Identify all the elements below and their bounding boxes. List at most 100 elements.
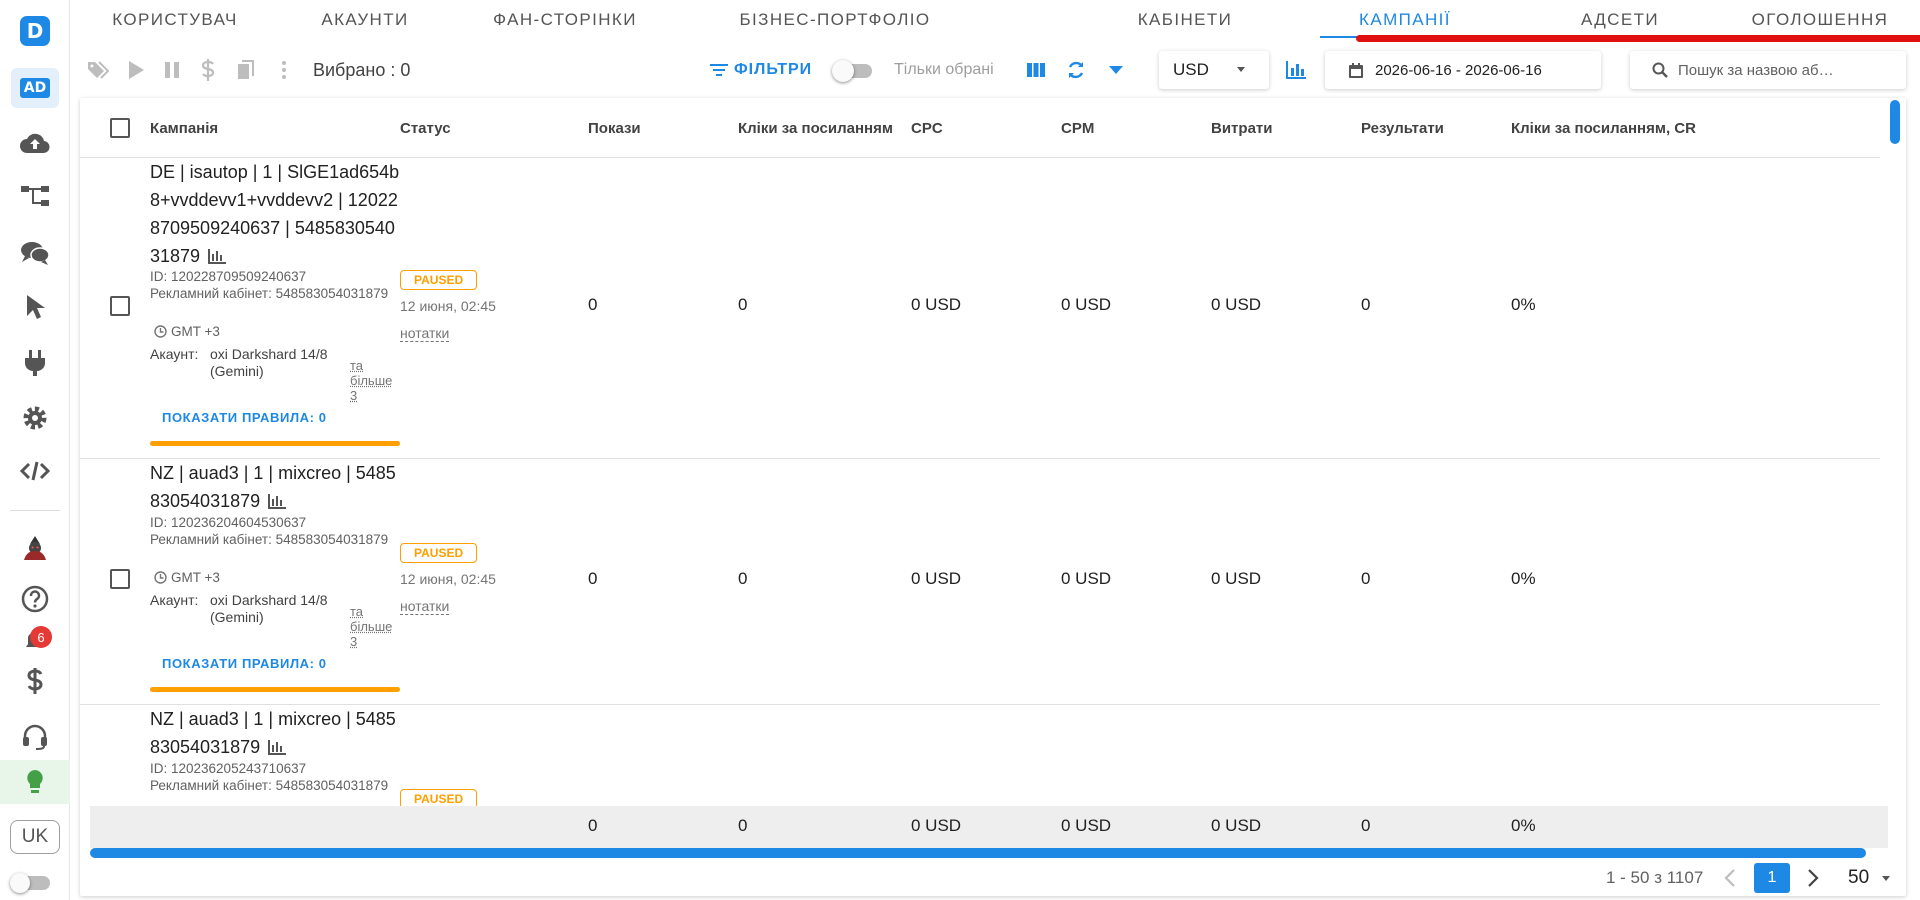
sidebar-item-billing[interactable] [0, 658, 70, 704]
language-button[interactable]: UK [10, 820, 60, 854]
only-selected-toggle[interactable] [832, 59, 876, 82]
tab-ads[interactable]: ОГОЛОШЕННЯ [1710, 0, 1920, 40]
sidebar-item-cursor[interactable] [0, 284, 70, 330]
bar-chart-icon[interactable] [268, 740, 287, 755]
notes-link[interactable]: нотатки [400, 598, 450, 615]
selected-count: Вибрано : 0 [313, 60, 411, 80]
filters-button[interactable]: ФІЛЬТРИ [710, 58, 812, 82]
show-rules-button[interactable]: ПОКАЗАТИ ПРАВИЛА: 0 [162, 410, 327, 425]
column-link-clicks[interactable]: Кліки за посиланням [738, 98, 893, 158]
show-rules-button[interactable]: ПОКАЗАТИ ПРАВИЛА: 0 [162, 656, 327, 671]
refresh-button[interactable] [1064, 58, 1088, 82]
table-header: Кампанія Статус Покази Кліки за посиланн… [80, 98, 1880, 158]
tab-accounts[interactable]: АКАУНТИ [290, 0, 440, 40]
row-checkbox[interactable] [110, 569, 130, 589]
caret-down-icon [1109, 66, 1123, 74]
bar-chart-icon[interactable] [208, 249, 227, 264]
avatar-icon [24, 536, 46, 560]
currency-select[interactable]: USD [1159, 51, 1269, 89]
bar-chart-icon[interactable] [268, 494, 287, 509]
pause-icon [165, 62, 179, 78]
code-icon [20, 461, 50, 481]
campaign-name: DE | isautop | 1 | SlGE1ad654b8+vvddevv1… [150, 158, 400, 270]
sidebar: D AD 6 UK [0, 0, 70, 900]
tab-campaigns[interactable]: КАМПАНІЇ [1320, 0, 1490, 40]
column-link-clicks-cr[interactable]: Кліки за посиланням, CR [1511, 98, 1696, 158]
copy-button[interactable] [234, 58, 258, 82]
summary-link-clicks-cr: 0% [1511, 816, 1536, 835]
tab-business-portfolio[interactable]: БІЗНЕС-ПОРТФОЛІО [710, 0, 960, 40]
notes-link[interactable]: нотатки [400, 325, 450, 342]
headset-icon [23, 724, 47, 750]
column-cpc[interactable]: CPC [911, 98, 943, 158]
campaign-id: ID: 120228709509240637 [150, 269, 307, 284]
summary-cpc: 0 USD [911, 816, 962, 835]
vertical-scrollbar[interactable] [1890, 100, 1900, 144]
select-all-checkbox[interactable] [110, 118, 130, 138]
column-status[interactable]: Статус [400, 98, 451, 158]
status-time: 12 июня, 02:45 [400, 571, 496, 587]
row-checkbox[interactable] [110, 296, 130, 316]
sidebar-item-cloud[interactable] [0, 120, 70, 166]
sidebar-item-api[interactable] [0, 448, 70, 494]
column-cpm[interactable]: CPM [1061, 98, 1094, 158]
summary-cpm: 0 USD [1061, 816, 1112, 835]
chevron-left-icon[interactable] [1724, 868, 1736, 888]
stats-button[interactable] [1284, 58, 1308, 82]
chat-icon [21, 242, 50, 265]
more-accounts-link[interactable]: та більше 3 [350, 358, 398, 403]
chevron-right-icon[interactable] [1807, 868, 1819, 888]
page-number-button[interactable]: 1 [1754, 863, 1790, 893]
cpc-cell: 0 USD [911, 569, 962, 588]
play-icon [129, 61, 144, 79]
campaign-id: ID: 120236205243710637 [150, 761, 307, 776]
tab-user[interactable]: КОРИСТУВАЧ [90, 0, 260, 40]
table-row: DE | isautop | 1 | SlGE1ad654b8+vvddevv1… [80, 158, 1880, 459]
budget-button[interactable] [196, 58, 220, 82]
sidebar-item-tips[interactable] [0, 760, 70, 804]
tab-adsets-label: АДСЕТИ [1580, 10, 1660, 29]
cloud-upload-icon [20, 133, 50, 154]
column-impressions[interactable]: Покази [588, 98, 641, 158]
tab-ads-label: ОГОЛОШЕННЯ [1751, 10, 1889, 29]
expand-button[interactable] [1104, 58, 1128, 82]
page-size-select[interactable]: 50 [1848, 867, 1869, 889]
sidebar-item-support[interactable] [0, 714, 70, 760]
more-actions-button[interactable] [272, 58, 296, 82]
sidebar-item-integrations[interactable] [0, 340, 70, 386]
tab-cabinets[interactable]: КАБІНЕТИ [1100, 0, 1270, 40]
pause-button[interactable] [160, 58, 184, 82]
tag-button[interactable] [86, 58, 110, 82]
tab-adsets[interactable]: АДСЕТИ [1540, 0, 1700, 40]
play-button[interactable] [124, 58, 148, 82]
refresh-icon [1068, 61, 1084, 79]
sidebar-item-settings[interactable] [0, 395, 70, 441]
cpc-cell: 0 USD [911, 295, 962, 314]
sidebar-item-chat[interactable] [0, 230, 70, 276]
chevron-down-icon [1882, 876, 1890, 881]
date-range-value: 2026-06-16 - 2026-06-16 [1375, 61, 1542, 79]
filter-icon [710, 64, 728, 76]
column-results[interactable]: Результати [1361, 98, 1444, 158]
theme-toggle[interactable] [10, 873, 52, 893]
sidebar-item-help[interactable] [0, 576, 70, 622]
column-campaign[interactable]: Кампанія [150, 98, 218, 158]
tab-accounts-label: АКАУНТИ [321, 10, 409, 29]
search-input[interactable] [1678, 59, 1888, 81]
columns-button[interactable] [1024, 58, 1048, 82]
column-spend[interactable]: Витрати [1211, 98, 1272, 158]
more-accounts-link[interactable]: та більше 3 [350, 604, 398, 649]
horizontal-scrollbar[interactable] [90, 848, 1866, 858]
spend-cell: 0 USD [1211, 295, 1262, 314]
pagination: 1 - 50 з 1107 1 50 [80, 860, 1906, 896]
tab-fan-pages[interactable]: ФАН-СТОРІНКИ [460, 0, 670, 40]
impressions-cell: 0 [588, 295, 598, 314]
summary-impressions: 0 [588, 816, 598, 835]
chevron-down-icon [1237, 67, 1245, 72]
sidebar-item-structure[interactable] [0, 173, 70, 219]
logo-button[interactable]: D [0, 8, 70, 54]
date-range-picker[interactable]: 2026-06-16 - 2026-06-16 [1325, 51, 1601, 89]
sidebar-item-ads[interactable]: AD [0, 65, 70, 111]
sidebar-item-avatar[interactable] [0, 525, 70, 571]
pagination-range: 1 - 50 з 1107 [1606, 868, 1704, 887]
